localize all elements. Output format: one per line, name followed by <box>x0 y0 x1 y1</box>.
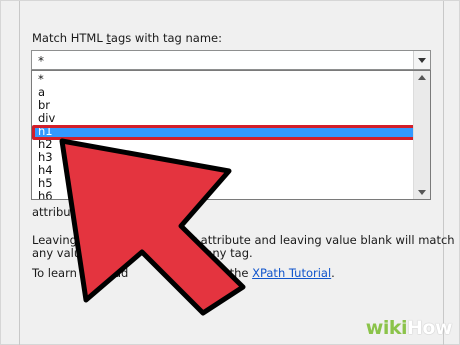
tag-dropdown-list[interactable]: * a br div h1 h2 h3 h4 h5 h6 <box>31 70 431 200</box>
list-item[interactable]: div <box>34 112 413 125</box>
dialog-frame-right <box>443 1 444 345</box>
list-item[interactable]: h5 <box>34 177 413 190</box>
list-scrollbar[interactable] <box>413 71 430 199</box>
list-item[interactable]: br <box>34 99 413 112</box>
combo-value: * <box>38 54 44 68</box>
leaving-help-line-1: Leaving attrib any attribute and leaving … <box>32 233 455 247</box>
chevron-down-icon <box>418 58 426 63</box>
xpath-tutorial-link[interactable]: XPath Tutorial <box>252 266 331 280</box>
list-item[interactable]: h3 <box>34 151 413 164</box>
combo-dropdown-button[interactable] <box>413 51 430 69</box>
match-tags-label: Match HTML tags with tag name: <box>32 31 222 45</box>
dialog-frame-left <box>19 1 20 345</box>
scroll-down-icon[interactable] <box>418 190 426 195</box>
scroll-up-icon[interactable] <box>418 75 426 80</box>
list-item[interactable]: * <box>34 73 413 86</box>
leaving-help-line-2: any value. Set h any tag. <box>32 246 253 260</box>
list-item[interactable]: h4 <box>34 164 413 177</box>
learn-more-line: To learn more ad sage see the XPath Tutori… <box>32 266 335 280</box>
attribute-help-line: attribute to <box>32 205 98 219</box>
find-dialog: Match HTML tags with tag name: * * a br div… <box>0 0 460 345</box>
selection-highlight-outline <box>32 125 418 140</box>
wikihow-watermark: wikiHow <box>365 317 453 339</box>
tag-name-combobox[interactable]: * <box>31 50 431 70</box>
list-item[interactable]: a <box>34 86 413 99</box>
list-item[interactable]: h6 <box>34 190 413 200</box>
